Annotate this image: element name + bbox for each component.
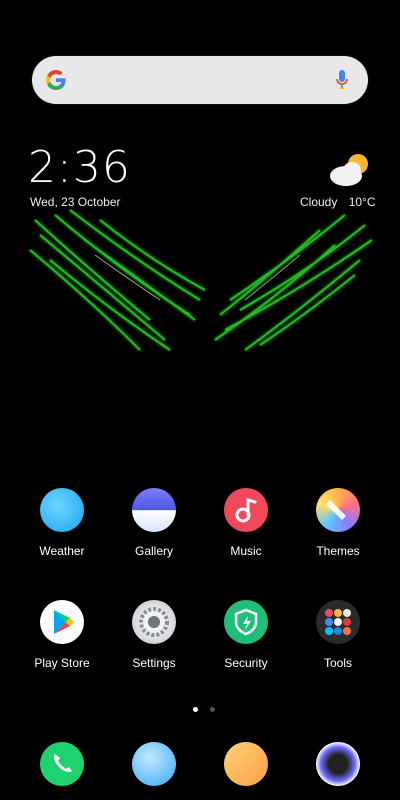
play-store-icon [40, 600, 84, 644]
tools-folder-icon [316, 600, 360, 644]
cloud-sun-icon[interactable] [328, 150, 372, 190]
folder-apps-icon [325, 609, 351, 635]
music-app-icon [224, 488, 268, 532]
app-label: Gallery [134, 544, 173, 558]
app-label: Tools [323, 656, 352, 670]
app-tools-folder[interactable]: Tools [298, 600, 378, 670]
gallery-app-icon [132, 488, 176, 532]
app-weather[interactable]: Weather [22, 488, 102, 558]
page-dot-active [193, 707, 198, 712]
mic-icon[interactable] [334, 68, 350, 92]
music-note-icon [235, 498, 257, 523]
home-screen: 2:36 Wed, 23 October Cloudy 10°C Weather… [0, 0, 400, 800]
messages-icon [132, 742, 176, 786]
app-play-store[interactable]: Play Store [22, 600, 102, 670]
app-label: Play Store [34, 656, 90, 670]
phone-icon [40, 742, 84, 786]
app-label: Weather [39, 544, 85, 558]
app-label: Themes [316, 544, 360, 558]
app-themes[interactable]: Themes [298, 488, 378, 558]
app-security[interactable]: Security [206, 600, 286, 670]
dock-messages[interactable] [114, 742, 194, 786]
shield-icon [234, 608, 258, 636]
app-label: Security [224, 656, 268, 670]
app-gallery[interactable]: Gallery [114, 488, 194, 558]
brush-icon [326, 500, 346, 520]
notes-icon [224, 742, 268, 786]
dock-camera[interactable] [298, 742, 378, 786]
app-settings[interactable]: Settings [114, 600, 194, 670]
google-search-bar[interactable] [32, 56, 368, 104]
themes-app-icon [316, 488, 360, 532]
google-icon [46, 70, 66, 90]
play-triangle-icon [54, 610, 74, 634]
weather-app-icon [40, 488, 84, 532]
camera-icon [316, 742, 360, 786]
app-label: Settings [132, 656, 176, 670]
app-music[interactable]: Music [206, 488, 286, 558]
gear-icon [139, 607, 169, 637]
dock-notes[interactable] [206, 742, 286, 786]
page-indicator[interactable] [189, 699, 219, 717]
dock-phone[interactable] [22, 742, 102, 786]
wallpaper-green-streaks [29, 209, 373, 351]
page-dot-inactive [210, 707, 216, 712]
app-label: Music [230, 544, 262, 558]
settings-icon [132, 600, 176, 644]
security-icon [224, 600, 268, 644]
clock-time[interactable]: 2:36 [28, 142, 131, 193]
phone-handset-icon [54, 754, 72, 772]
